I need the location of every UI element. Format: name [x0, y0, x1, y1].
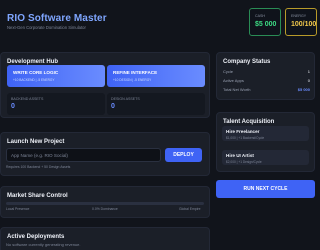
- cash-stat: CASH $5 000: [249, 8, 281, 36]
- talent-title: Talent Acquisition: [223, 119, 275, 125]
- refine-interface-button[interactable]: REFINE INTERFACE +10 DESIGN | -5 ENERGY: [107, 65, 205, 87]
- company-title: Company Status: [223, 59, 271, 65]
- write-core-logic-label: WRITE CORE LOGIC: [13, 70, 59, 75]
- net-worth-row: Total Net Worth $5 000: [223, 87, 310, 92]
- backend-assets-value: 0: [11, 103, 15, 110]
- hire-freelancer-cost: $1,000 | +1 Backend/Cycle: [226, 136, 265, 140]
- market-share-track: [6, 202, 204, 205]
- deployments-title: Active Deployments: [7, 234, 65, 240]
- app-name-input[interactable]: [6, 148, 161, 162]
- active-apps-value: 0: [307, 78, 310, 83]
- design-assets-panel: DESIGN ASSETS 0: [107, 93, 205, 115]
- deployments-empty-message: No software currently generating revenue…: [6, 242, 81, 247]
- launch-title: Launch New Project: [7, 139, 65, 145]
- energy-value: 100/100: [291, 21, 317, 28]
- deploy-button[interactable]: DEPLOY: [165, 148, 202, 162]
- development-hub-card: Development Hub WRITE CORE LOGIC +10 BAC…: [0, 52, 210, 118]
- app-subtitle: Next-Gen Corporate Domination Simulator: [7, 25, 86, 30]
- hire-freelancer-button[interactable]: Hire Freelancer $1,000 | +1 Backend/Cycl…: [222, 126, 309, 141]
- cash-value: $5 000: [255, 21, 277, 28]
- cash-label: CASH: [255, 14, 265, 18]
- design-assets-label: DESIGN ASSETS: [111, 97, 140, 101]
- app-title: RIO Software Master: [7, 13, 107, 24]
- market-scale-local: Local Presence: [6, 207, 30, 211]
- market-title: Market Share Control: [7, 193, 68, 199]
- app-header: RIO Software Master Next-Gen Corporate D…: [6, 8, 317, 36]
- energy-label: ENERGY: [291, 14, 307, 18]
- hire-freelancer-label: Hire Freelancer: [226, 129, 260, 134]
- hire-ui-artist-label: Hire UI Artist: [226, 153, 254, 158]
- company-status-card: Company Status Cycle 1 Active Apps 0 Tot…: [216, 52, 315, 100]
- backend-assets-panel: BACKEND ASSETS 0: [7, 93, 105, 115]
- backend-assets-label: BACKEND ASSETS: [11, 97, 44, 101]
- refine-interface-cost: +10 DESIGN | -5 ENERGY: [113, 78, 152, 82]
- active-apps-row: Active Apps 0: [223, 78, 310, 83]
- market-dominance-readout: 0.0% Dominance: [92, 207, 118, 211]
- refine-interface-label: REFINE INTERFACE: [113, 70, 158, 75]
- net-worth-value: $5 000: [297, 87, 310, 92]
- net-worth-label: Total Net Worth: [223, 87, 251, 92]
- hire-ui-artist-cost: $2,000 | +1 Design/Cycle: [226, 160, 262, 164]
- energy-stat: ENERGY 100/100: [285, 8, 317, 36]
- active-apps-label: Active Apps: [223, 78, 244, 83]
- cycle-label: Cycle: [223, 69, 234, 74]
- cycle-row: Cycle 1: [223, 69, 310, 74]
- market-scale-global: Global Empire: [179, 207, 201, 211]
- launch-requirements: Requires 100 Backend + 50 Design Assets: [6, 165, 71, 169]
- hire-ui-artist-button[interactable]: Hire UI Artist $2,000 | +1 Design/Cycle: [222, 150, 309, 165]
- write-core-logic-button[interactable]: WRITE CORE LOGIC +10 BACKEND | -5 ENERGY: [7, 65, 105, 87]
- run-next-cycle-button[interactable]: RUN NEXT CYCLE: [216, 180, 315, 198]
- write-core-logic-cost: +10 BACKEND | -5 ENERGY: [13, 78, 55, 82]
- cycle-value: 1: [307, 69, 310, 74]
- design-assets-value: 0: [111, 103, 115, 110]
